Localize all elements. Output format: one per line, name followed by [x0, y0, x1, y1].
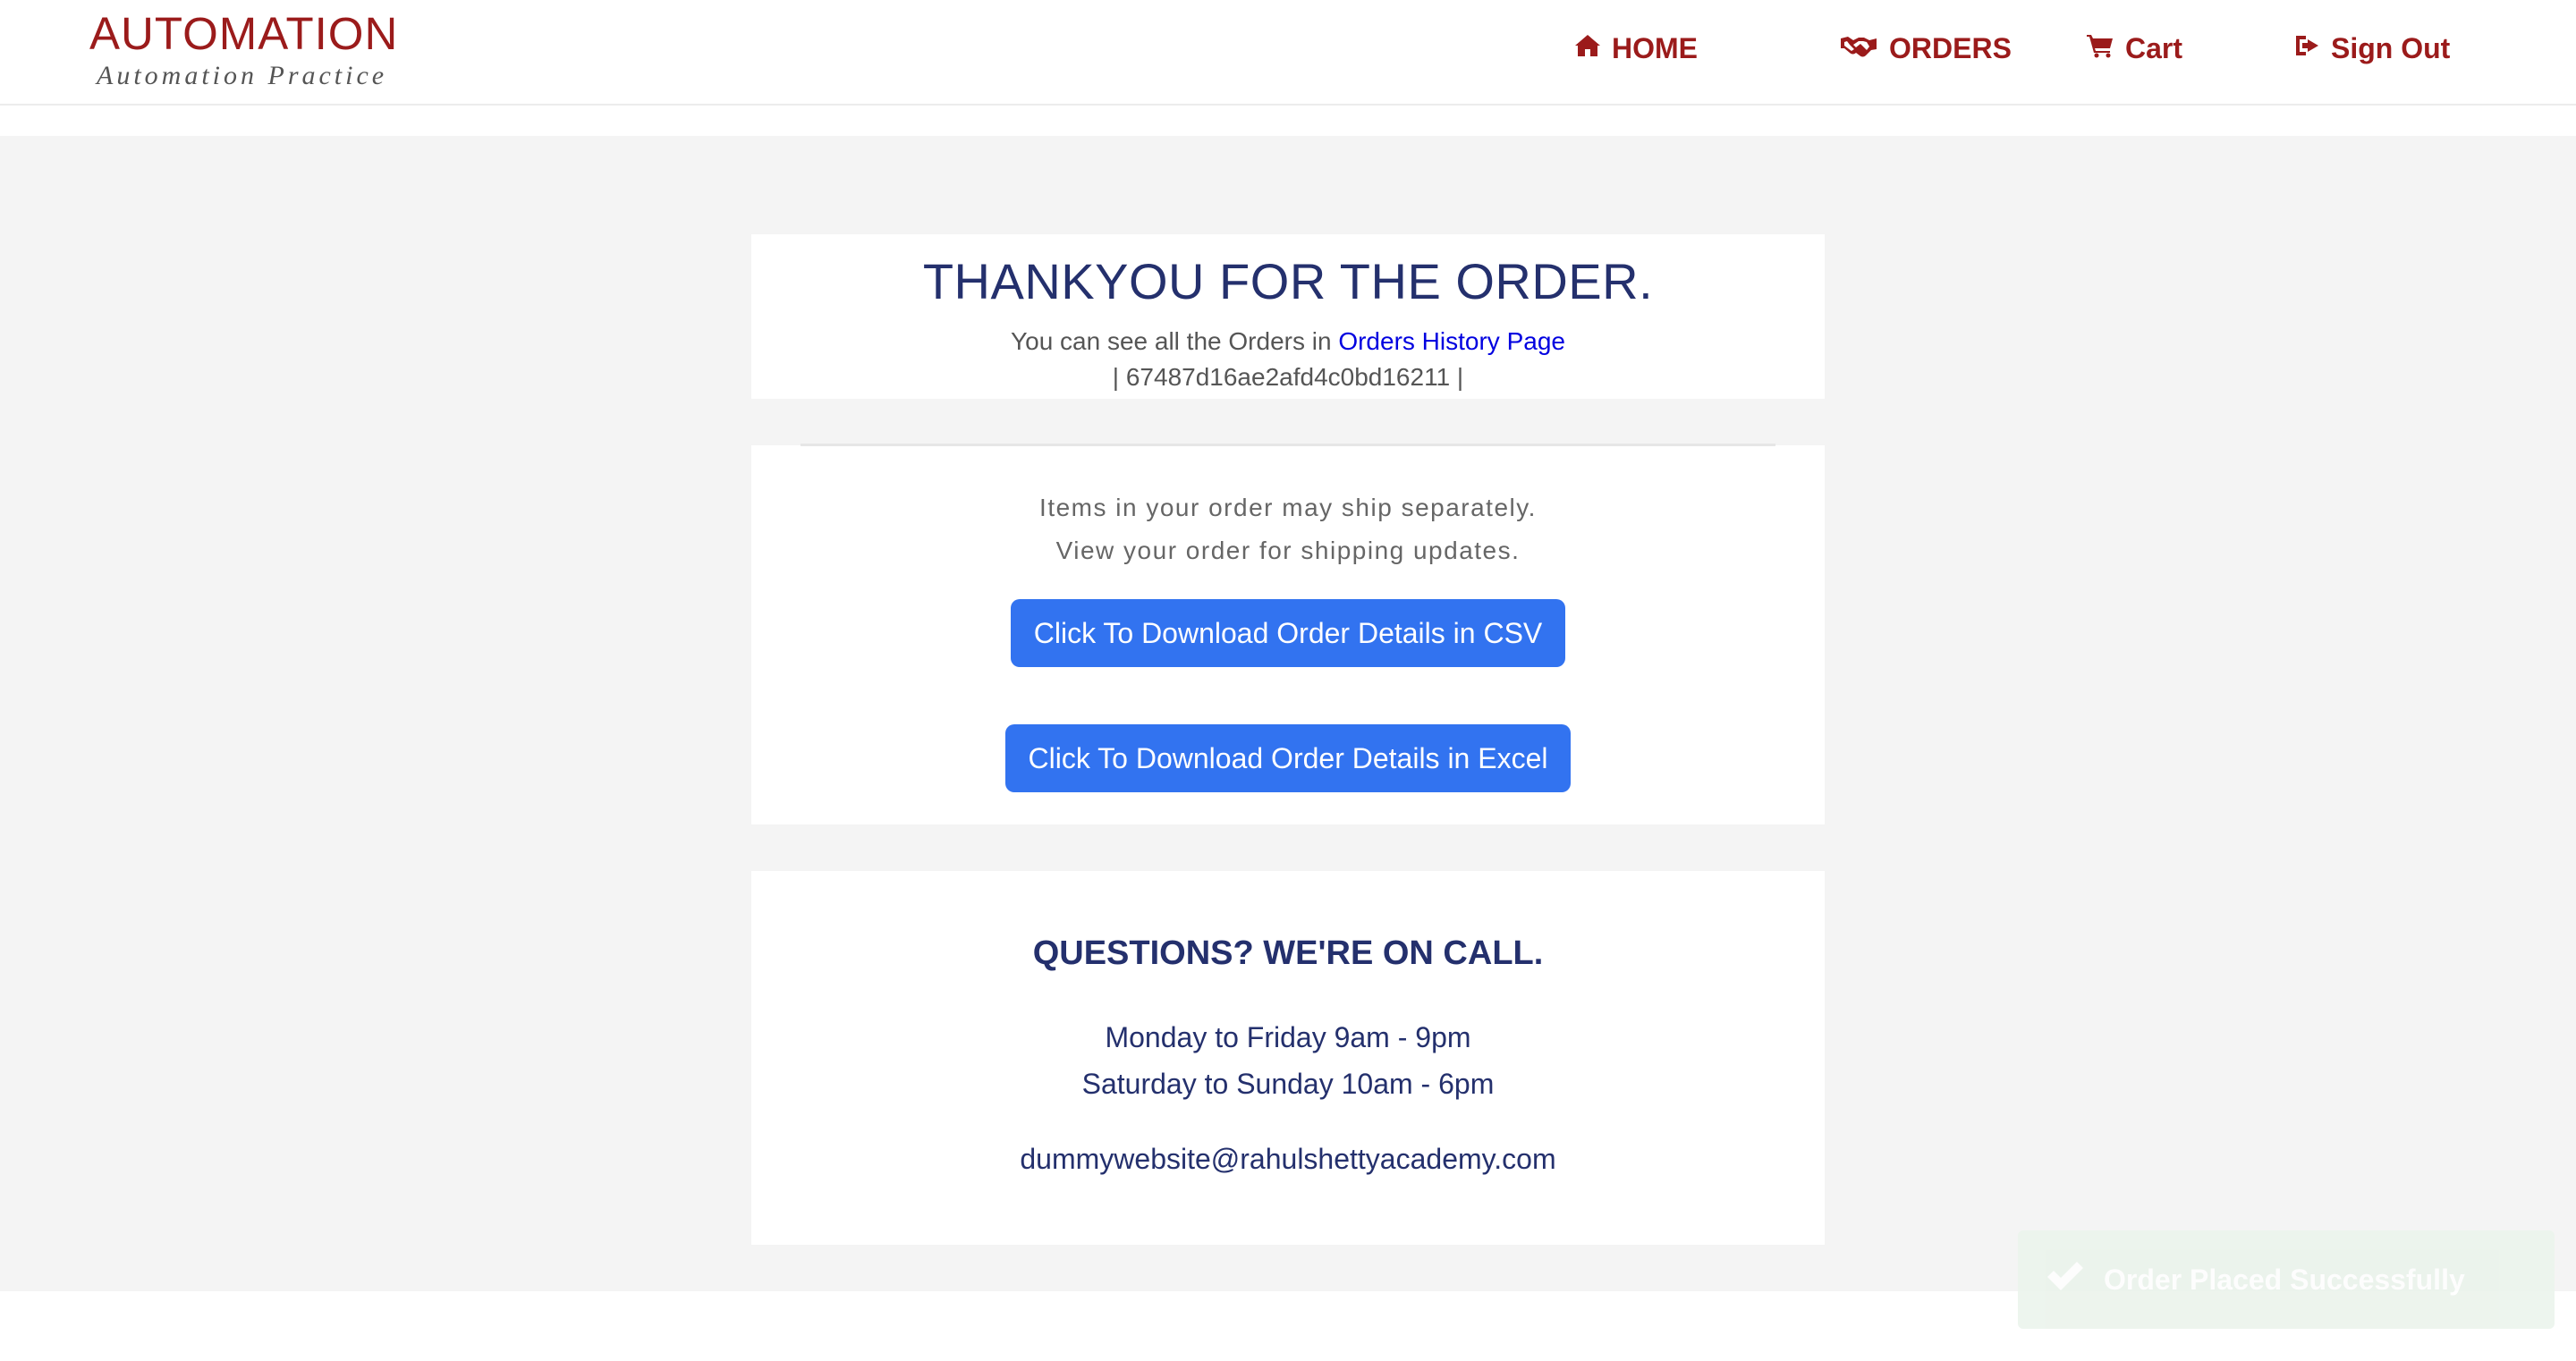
nav-orders-button[interactable]: ORDERS	[1839, 27, 2012, 70]
download-csv-button[interactable]: Click To Download Order Details in CSV	[1010, 599, 1566, 667]
brand-subtitle: Automation Practice	[97, 61, 388, 90]
nav-home-button[interactable]: HOME	[1574, 27, 1698, 70]
nav-home-label: HOME	[1612, 31, 1698, 64]
handshake-icon	[1839, 32, 1878, 65]
nav-orders-label: ORDERS	[1889, 31, 2012, 64]
success-toast[interactable]: Order Placed Successfully	[2018, 1230, 2555, 1329]
support-email[interactable]: dummywebsite@rahulshettyacademy.com	[751, 1141, 1825, 1177]
top-navbar: AUTOMATION Automation Practice HOME ORDE…	[0, 0, 2576, 106]
nav-cart-button[interactable]: Cart	[2086, 27, 2182, 70]
divider	[801, 444, 1775, 446]
toast-message: Order Placed Successfully	[2104, 1263, 2465, 1296]
nav-sign-out-button[interactable]: Sign Out	[2293, 27, 2450, 70]
help-heading: QUESTIONS? WE'RE ON CALL.	[1032, 934, 1544, 972]
help-card: QUESTIONS? WE'RE ON CALL. Monday to Frid…	[751, 871, 1825, 1245]
sign-out-icon	[2293, 32, 2320, 65]
orders-history-link[interactable]: Orders History Page	[1338, 327, 1565, 355]
cart-icon	[2086, 32, 2114, 65]
nav-sign-out-label: Sign Out	[2331, 31, 2451, 64]
shipping-note-line-2: View your order for shipping updates.	[1055, 537, 1521, 564]
shipping-card: Items in your order may ship separately.…	[751, 444, 1825, 824]
check-icon	[2045, 1259, 2086, 1300]
brand-logo[interactable]: AUTOMATION Automation Practice	[89, 5, 398, 89]
order-id: | 67487d16ae2afd4c0bd16211 |	[1112, 363, 1464, 391]
shipping-note-line-1: Items in your order may ship separately.	[1039, 494, 1537, 521]
support-hours: Monday to Friday 9am - 9pm Saturday to S…	[751, 1014, 1825, 1107]
nav-cart-label: Cart	[2125, 31, 2183, 64]
shipping-note: Items in your order may ship separately.…	[751, 445, 1825, 572]
home-icon	[1574, 32, 1601, 65]
thank-you-card: THANKYOU FOR THE ORDER. You can see all …	[751, 234, 1825, 399]
thank-you-heading: THANKYOU FOR THE ORDER.	[922, 253, 1654, 309]
main-content: THANKYOU FOR THE ORDER. You can see all …	[0, 136, 2576, 1291]
weekday-hours: Monday to Friday 9am - 9pm	[1105, 1021, 1471, 1053]
brand-title: AUTOMATION	[89, 8, 399, 59]
orders-history-text: You can see all the Orders in	[1011, 327, 1332, 355]
download-excel-button[interactable]: Click To Download Order Details in Excel	[1004, 724, 1572, 792]
orders-history-line: You can see all the Orders in Orders His…	[751, 324, 1825, 359]
weekend-hours: Saturday to Sunday 10am - 6pm	[1081, 1068, 1495, 1100]
